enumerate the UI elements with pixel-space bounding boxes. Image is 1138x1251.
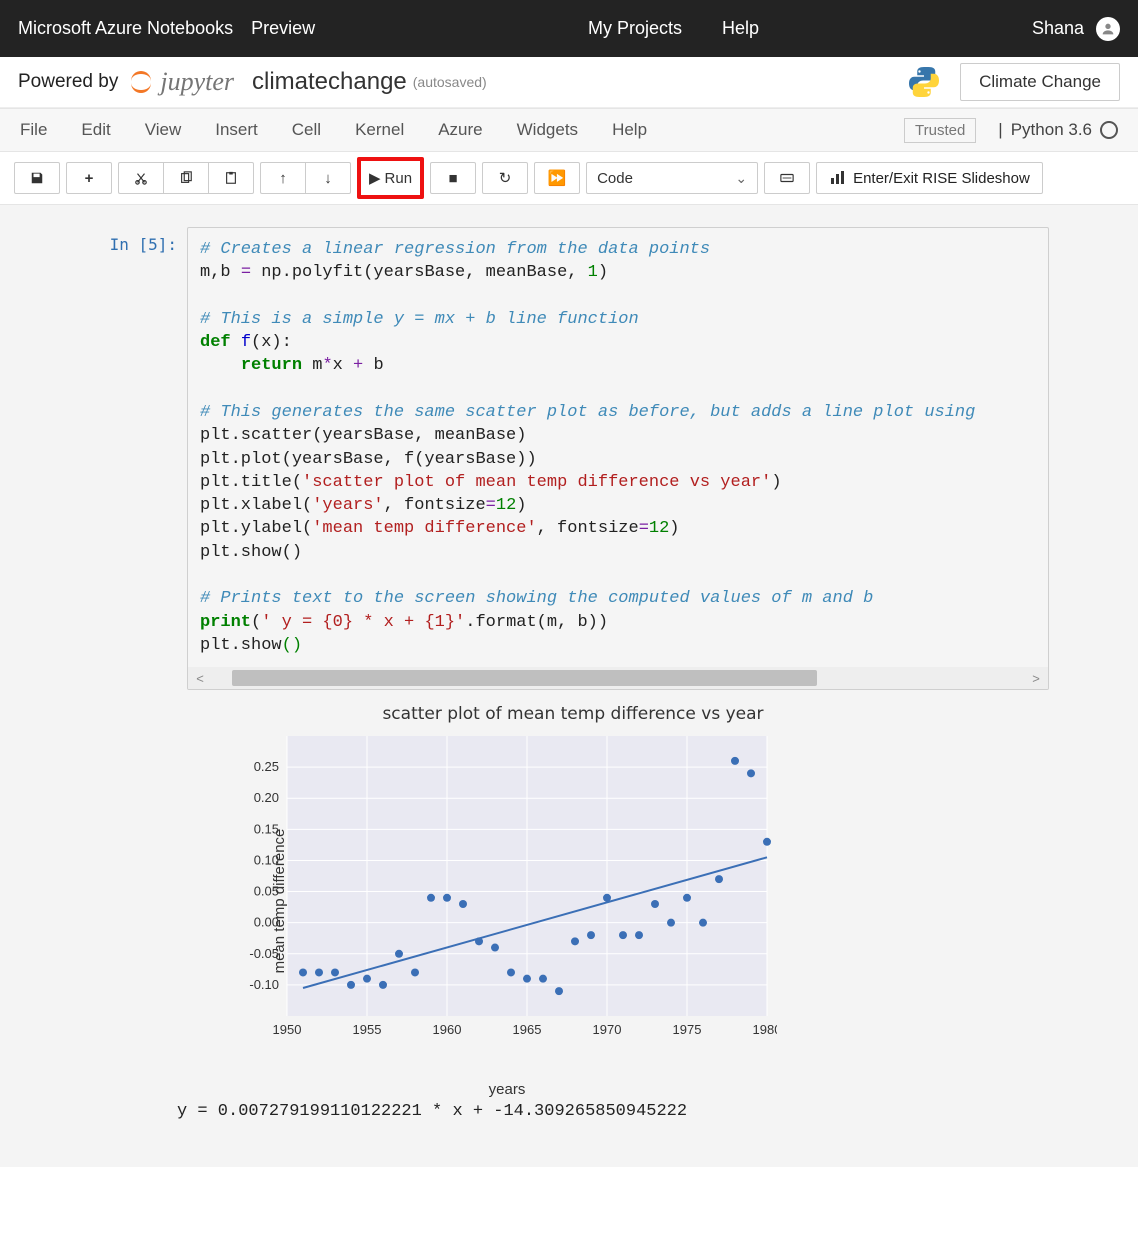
user-name[interactable]: Shana [1032, 18, 1084, 39]
menu-kernel[interactable]: Kernel [355, 120, 404, 140]
menu-help[interactable]: Help [612, 120, 647, 140]
menu-edit[interactable]: Edit [81, 120, 110, 140]
paste-button[interactable] [208, 162, 254, 194]
autosaved-label: (autosaved) [413, 74, 487, 90]
save-button[interactable] [14, 162, 60, 194]
svg-text:1955: 1955 [353, 1022, 382, 1037]
kernel-status: |Python 3.6 [998, 120, 1118, 140]
restart-kernel-button[interactable]: ↻ [482, 162, 528, 194]
preview-label: Preview [251, 18, 315, 39]
svg-text:1950: 1950 [273, 1022, 302, 1037]
toolbar: + ↑ ↓ ▶Run ■ ↻ ⏩ Code⌄ Enter/Exit RISE S… [0, 152, 1138, 205]
chart-ylabel: mean temp difference [271, 829, 288, 974]
bar-chart-icon [829, 170, 845, 186]
svg-text:1965: 1965 [513, 1022, 542, 1037]
svg-text:0.20: 0.20 [254, 790, 279, 805]
scatter-plot: 1950195519601965197019751980-0.10-0.050.… [217, 726, 777, 1056]
code-cell[interactable]: In [5]: # Creates a linear regression fr… [89, 227, 1049, 690]
user-avatar-icon[interactable] [1096, 17, 1120, 41]
menubar: File Edit View Insert Cell Kernel Azure … [0, 108, 1138, 152]
menu-azure[interactable]: Azure [438, 120, 482, 140]
jupyter-logo: jupyter [128, 67, 234, 97]
menu-insert[interactable]: Insert [215, 120, 258, 140]
notebook-area: In [5]: # Creates a linear regression fr… [0, 205, 1138, 1167]
copy-button[interactable] [163, 162, 208, 194]
stop-button[interactable]: ■ [430, 162, 476, 194]
trusted-badge[interactable]: Trusted [904, 118, 976, 143]
svg-text:1975: 1975 [673, 1022, 702, 1037]
move-up-button[interactable]: ↑ [260, 162, 305, 194]
nav-help[interactable]: Help [722, 18, 759, 39]
python-logo-icon [906, 64, 942, 100]
cell-output: scatter plot of mean temp difference vs … [177, 690, 1049, 1121]
svg-text:1970: 1970 [593, 1022, 622, 1037]
svg-text:1960: 1960 [433, 1022, 462, 1037]
svg-text:-0.10: -0.10 [249, 977, 279, 992]
horizontal-scrollbar[interactable]: <> [188, 667, 1048, 689]
brand-label: Microsoft Azure Notebooks [18, 18, 233, 39]
cut-button[interactable] [118, 162, 163, 194]
notebook-header: Powered by jupyter climatechange (autosa… [0, 57, 1138, 108]
chevron-down-icon: ⌄ [735, 170, 747, 187]
rise-slideshow-button[interactable]: Enter/Exit RISE Slideshow [816, 162, 1043, 194]
move-down-button[interactable]: ↓ [305, 162, 351, 194]
menu-view[interactable]: View [145, 120, 182, 140]
menu-cell[interactable]: Cell [292, 120, 321, 140]
cell-prompt: In [5]: [89, 227, 187, 690]
print-output: y = 0.007279199110122221 * x + -14.30926… [177, 1102, 1049, 1121]
notebook-name[interactable]: climatechange [252, 68, 407, 96]
nav-my-projects[interactable]: My Projects [588, 18, 682, 39]
code-input[interactable]: # Creates a linear regression from the d… [187, 227, 1049, 690]
azure-topbar: Microsoft Azure Notebooks Preview My Pro… [0, 0, 1138, 57]
chart: mean temp difference 1950 1955 1960 1965 197… [217, 726, 797, 1076]
menu-widgets[interactable]: Widgets [517, 120, 578, 140]
chart-title: scatter plot of mean temp difference vs … [303, 704, 843, 724]
menu-file[interactable]: File [20, 120, 47, 140]
run-button[interactable]: ▶Run [357, 157, 424, 199]
svg-text:0.25: 0.25 [254, 759, 279, 774]
command-palette-button[interactable] [764, 162, 810, 194]
kernel-idle-icon [1100, 121, 1118, 139]
kernel-selector[interactable]: Climate Change [960, 63, 1120, 101]
fast-forward-button[interactable]: ⏩ [534, 162, 580, 194]
powered-by-label: Powered by [18, 71, 118, 93]
chart-xlabel: years [217, 1081, 797, 1098]
insert-cell-button[interactable]: + [66, 162, 112, 194]
cell-type-select[interactable]: Code⌄ [586, 162, 758, 194]
svg-text:1980: 1980 [753, 1022, 777, 1037]
jupyter-mark-icon [128, 69, 154, 95]
